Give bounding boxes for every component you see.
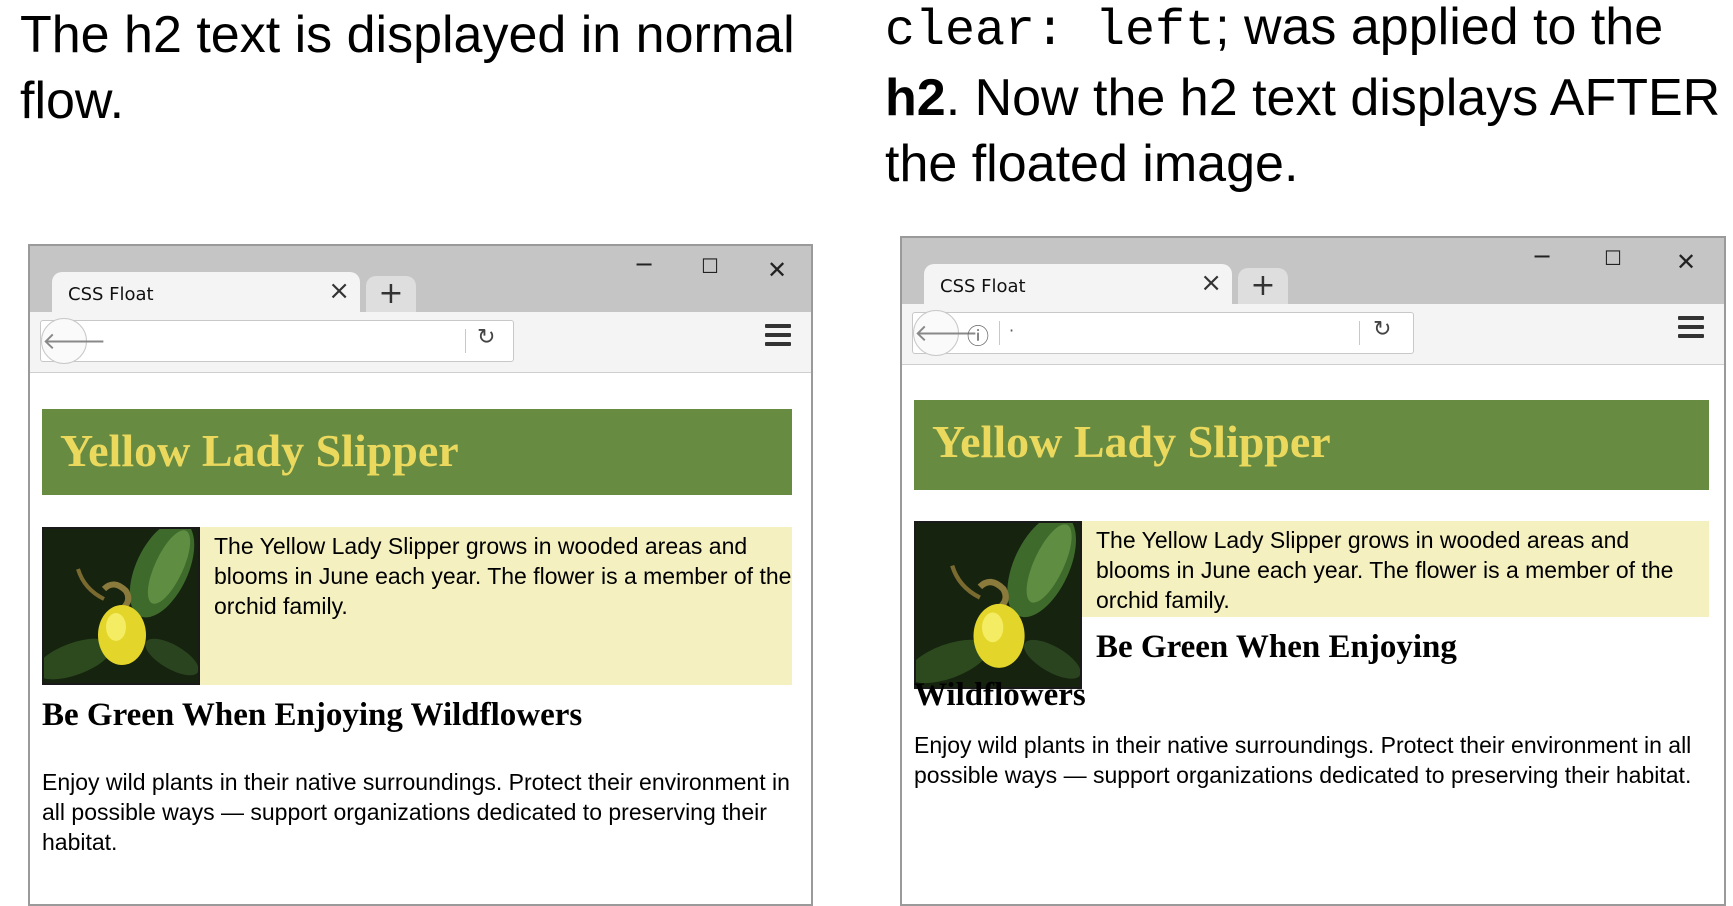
title-bar: CSS Float × + − ☐ ✕ <box>30 246 811 314</box>
nav-bar: 🡐 ↻ <box>30 312 811 373</box>
browser-window-right: CSS Float × + − ☐ ✕ 🡐 ⓘ · ↻ Yellow Lady … <box>900 236 1726 906</box>
tab-close-icon[interactable]: × <box>1200 268 1222 298</box>
page-content: Yellow Lady Slipper The Yellow Lady Slip… <box>902 365 1724 904</box>
caption-right-part2: . Now the h2 text displays AFTER the flo… <box>885 69 1721 193</box>
back-arrow-icon[interactable]: 🡐 <box>913 310 978 356</box>
tab-title: CSS Float <box>68 284 154 305</box>
body-paragraph: Enjoy wild plants in their native surrou… <box>914 732 1692 788</box>
caption-left: The h2 text is displayed in normal flow. <box>20 6 795 130</box>
section-heading: Be Green When Enjoying Wildflowers <box>42 697 583 733</box>
menu-icon[interactable] <box>765 324 791 351</box>
body-paragraph: Enjoy wild plants in their native surrou… <box>42 769 790 855</box>
tab-css-float[interactable]: CSS Float × <box>924 264 1232 306</box>
new-tab-button[interactable]: + <box>1238 268 1288 306</box>
title-bar: CSS Float × + − ☐ ✕ <box>902 238 1724 306</box>
caption-code: clear: left <box>885 3 1216 60</box>
close-window-icon[interactable]: ✕ <box>767 256 787 284</box>
back-arrow-icon[interactable]: 🡐 <box>41 318 106 364</box>
url-text: · <box>1009 321 1015 340</box>
maximize-icon[interactable]: ☐ <box>1604 246 1622 270</box>
caption-right-part1: ; was applied to the <box>1215 0 1664 56</box>
nav-bar: 🡐 ⓘ · ↻ <box>902 304 1724 365</box>
close-window-icon[interactable]: ✕ <box>1676 248 1696 276</box>
section-heading: Be Green When Enjoying Wildflowers <box>914 629 1457 713</box>
menu-icon[interactable] <box>1678 316 1704 343</box>
new-tab-button[interactable]: + <box>366 276 416 314</box>
page-heading: Yellow Lady Slipper <box>914 400 1709 490</box>
maximize-icon[interactable]: ☐ <box>701 254 719 278</box>
url-separator <box>465 329 466 353</box>
page-content: Yellow Lady Slipper The Yellow Lady Slip… <box>30 373 811 904</box>
url-bar[interactable]: 🡐 ⓘ · ↻ <box>912 310 1414 356</box>
page-heading: Yellow Lady Slipper <box>42 409 792 495</box>
caption-right-bold: h2 <box>885 69 946 127</box>
reload-icon[interactable]: ↻ <box>477 325 495 350</box>
lady-slipper-image <box>42 527 200 685</box>
url-separator <box>999 321 1000 345</box>
caption-right: clear: left; was applied to the h2. Now … <box>885 0 1725 197</box>
info-icon[interactable]: ⓘ <box>967 319 989 351</box>
url-bar[interactable]: 🡐 ↻ <box>40 318 514 364</box>
browser-window-left: CSS Float × + − ☐ ✕ 🡐 ↻ Yellow Lady Slip… <box>28 244 813 906</box>
tab-close-icon[interactable]: × <box>328 276 350 306</box>
reload-icon[interactable]: ↻ <box>1373 317 1391 342</box>
tab-title: CSS Float <box>940 276 1026 297</box>
url-separator <box>1359 321 1360 345</box>
minimize-icon[interactable]: − <box>634 250 654 278</box>
tab-css-float[interactable]: CSS Float × <box>52 272 360 314</box>
minimize-icon[interactable]: − <box>1532 242 1552 270</box>
